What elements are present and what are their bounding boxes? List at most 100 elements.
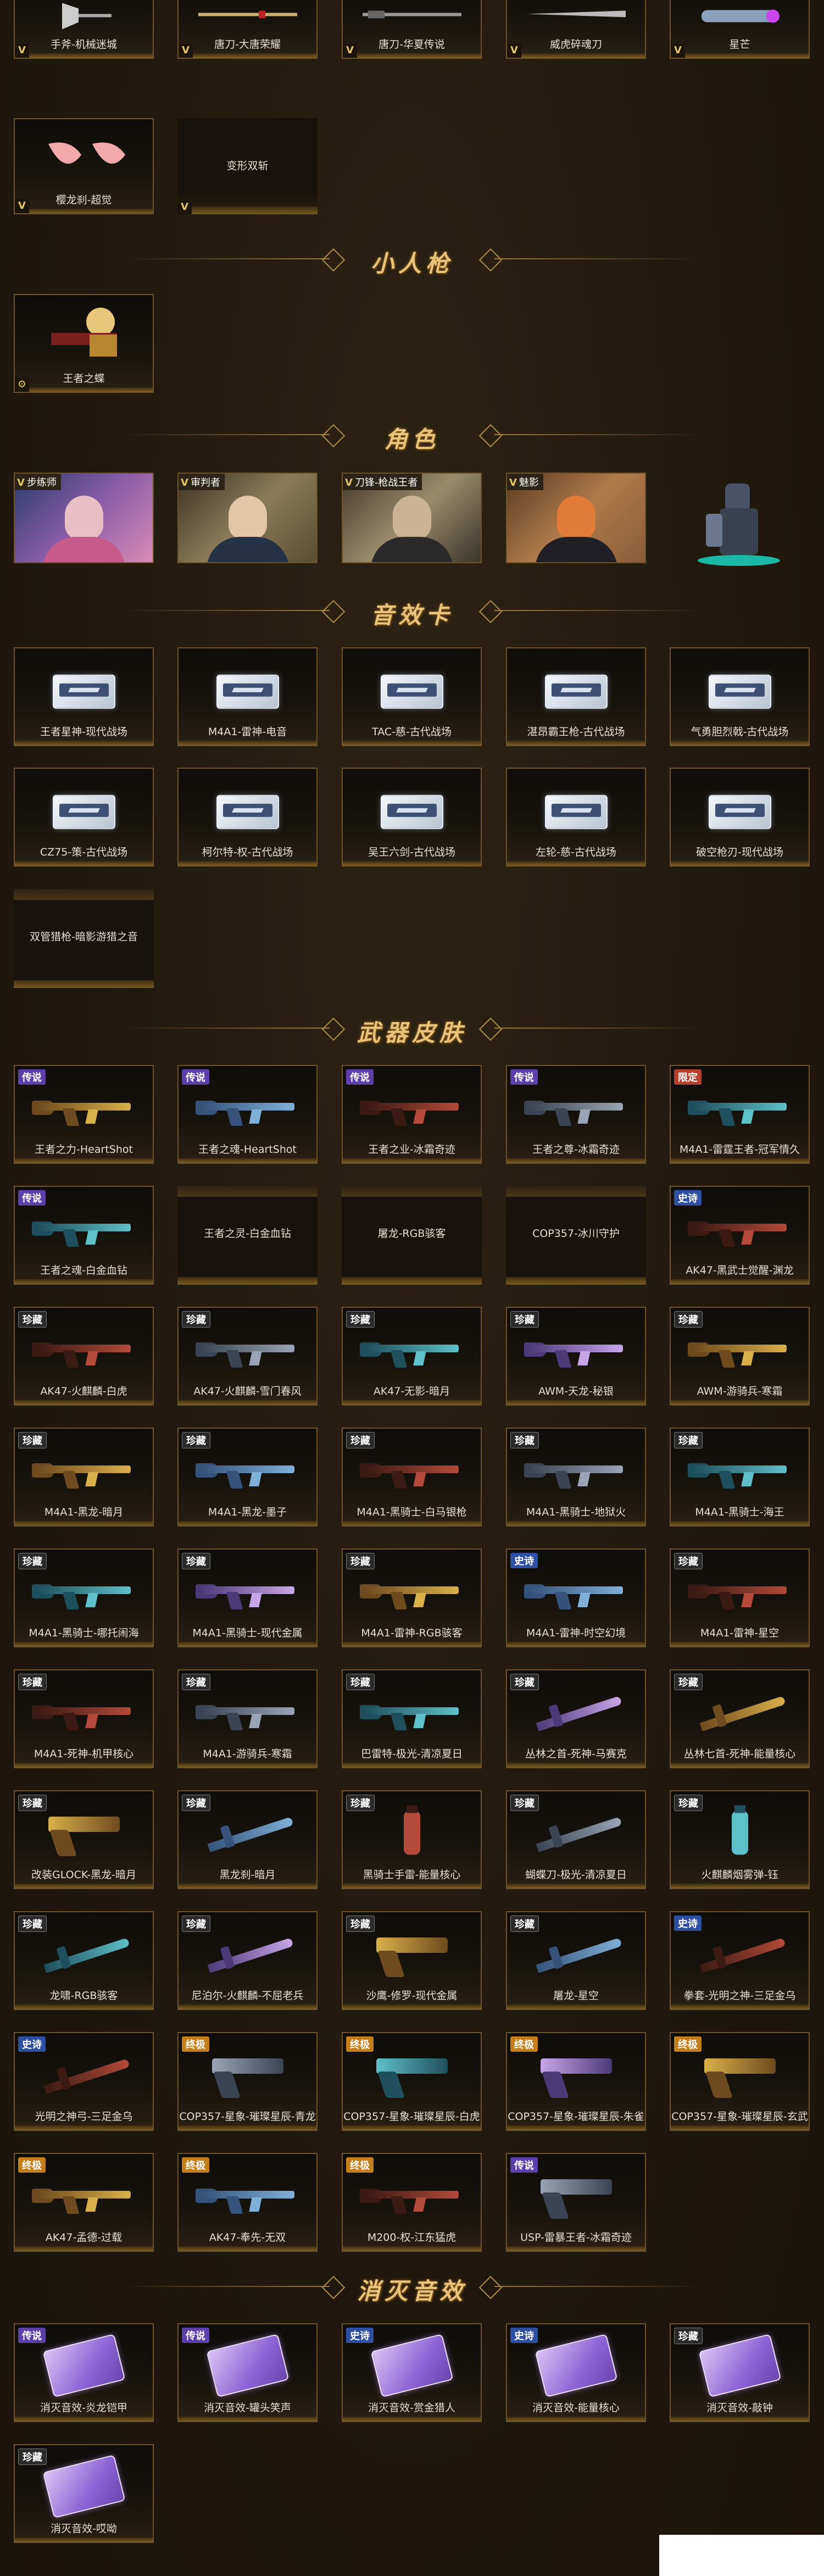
item-card[interactable]: 王者之灵-白金血钻 bbox=[177, 1186, 318, 1285]
role-card[interactable]: V 步练师 bbox=[14, 473, 154, 563]
rifle-icon bbox=[359, 1576, 464, 1609]
item-label: 湛昂霸王枪-古代战场 bbox=[527, 726, 625, 738]
sfx-card[interactable]: 破空枪刃-现代战场 bbox=[670, 768, 810, 867]
weapon-card[interactable]: 史诗 M4A1-雷神-时空幻境 bbox=[506, 1548, 646, 1647]
weapon-card[interactable]: 传说 王者之力-HeartShot bbox=[14, 1065, 154, 1164]
weapon-card[interactable]: 珍藏 AWM-天龙-秘银 bbox=[506, 1307, 646, 1406]
sfx-card[interactable]: 吴王六剑-古代战场 bbox=[342, 768, 482, 867]
weapon-card[interactable]: 终极 M200-权-江东猛虎 bbox=[342, 2153, 482, 2252]
weapon-card[interactable]: 终极 COP357-星象-璀璨星辰-白虎 bbox=[342, 2032, 482, 2131]
item-card[interactable]: V 樱龙刹-超觉 bbox=[14, 118, 154, 214]
sfx-card[interactable]: CZ75-策-古代战场 bbox=[14, 768, 154, 867]
weapon-card[interactable]: 珍藏 改装GLOCK-黑龙-暗月 bbox=[14, 1790, 154, 1889]
sfx-card[interactable]: 左轮-慈-古代战场 bbox=[506, 768, 646, 867]
item-label: M4A1-雷霆王者-冠军情久 bbox=[679, 1143, 800, 1156]
item-label: 光明之神弓-三足金乌 bbox=[35, 2111, 133, 2123]
role-card[interactable]: V 魅影 bbox=[506, 473, 646, 563]
item-label: M4A1-黑龙-暗月 bbox=[44, 1506, 124, 1518]
weapon-card[interactable]: 珍藏 M4A1-黑骑士-哪托闹海 bbox=[14, 1548, 154, 1647]
divider bbox=[14, 980, 154, 988]
weapon-card[interactable]: 终极 COP357-星象-璀璨星辰-玄武 bbox=[670, 2032, 810, 2131]
weapon-card[interactable]: 传说 王者之魂-HeartShot bbox=[177, 1065, 318, 1164]
item-label: 吴王六剑-古代战场 bbox=[368, 846, 455, 858]
weapon-card[interactable]: 珍藏 黑龙刹-暗月 bbox=[177, 1790, 318, 1889]
weapon-card[interactable]: 珍藏 M4A1-死神-机甲核心 bbox=[14, 1669, 154, 1768]
item-card[interactable]: COP357-冰川守护 bbox=[506, 1186, 646, 1285]
weapon-card[interactable]: 传说 王者之尊-冰霜奇迹 bbox=[506, 1065, 646, 1164]
weapon-card[interactable]: 珍藏 蝴蝶刀-极光-清凉夏日 bbox=[506, 1790, 646, 1889]
item-label: COP357-星象-璀璨星辰-玄武 bbox=[671, 2111, 808, 2123]
weapon-card[interactable]: 珍藏 M4A1-黑龙-暗月 bbox=[14, 1428, 154, 1526]
weapon-card[interactable]: 珍藏 M4A1-游骑兵-寒霜 bbox=[177, 1669, 318, 1768]
kill-sound-card[interactable]: 传说 消灭音效-炎龙铠甲 bbox=[14, 2323, 154, 2422]
weapon-card[interactable]: 珍藏 丛林七首-死神-能量核心 bbox=[670, 1669, 810, 1768]
weapon-card[interactable]: 珍藏 M4A1-雷神-星空 bbox=[670, 1548, 810, 1647]
weapon-card[interactable]: 珍藏 M4A1-雷神-RGB骇客 bbox=[342, 1548, 482, 1647]
weapon-card[interactable]: 珍藏 巴雷特-极光-清凉夏日 bbox=[342, 1669, 482, 1768]
weapon-card[interactable]: 珍藏 M4A1-黑骑士-白马银枪 bbox=[342, 1428, 482, 1526]
weapon-card[interactable]: 珍藏 AK47-无影-暗月 bbox=[342, 1307, 482, 1406]
blank-panel bbox=[659, 2535, 824, 2576]
item-label: COP357-星象-璀璨星辰-白虎 bbox=[343, 2111, 480, 2123]
item-card[interactable]: 屠龙-RGB骇客 bbox=[342, 1186, 482, 1285]
weapon-card[interactable]: 终极 AK47-奉先-无双 bbox=[177, 2153, 318, 2252]
weapon-card[interactable]: 珍藏 沙鹰-修罗-现代金属 bbox=[342, 1911, 482, 2010]
weapon-card[interactable]: 史诗 光明之神弓-三足金乌 bbox=[14, 2032, 154, 2131]
kill-sound-card[interactable]: 史诗 消灭音效-赏金猎人 bbox=[342, 2323, 482, 2422]
v-badge: V bbox=[671, 43, 685, 58]
role-tag: V 魅影 bbox=[507, 474, 543, 490]
rifle-icon bbox=[31, 1576, 136, 1609]
weapon-card[interactable]: 珍藏 丛林之首-死神-马赛克 bbox=[506, 1669, 646, 1768]
sfx-card[interactable]: 王者星神-现代战场 bbox=[14, 647, 154, 746]
kill-sound-card[interactable]: 珍藏 消灭音效-敲钟 bbox=[670, 2323, 810, 2422]
item-card[interactable]: 变形双斩 V bbox=[177, 118, 318, 214]
pistol-icon bbox=[699, 2053, 781, 2098]
item-label: 王者之魂-白金血钻 bbox=[40, 1264, 127, 1276]
weapon-card[interactable]: 珍藏 M4A1-黑龙-墨子 bbox=[177, 1428, 318, 1526]
weapon-card[interactable]: 珍藏 龙啸-RGB骇客 bbox=[14, 1911, 154, 2010]
weapon-card[interactable]: 传说 王者之魂-白金血钻 bbox=[14, 1186, 154, 1285]
item-card[interactable]: ⚙ 王者之蝶 bbox=[14, 294, 154, 393]
weapon-card[interactable]: 珍藏 M4A1-黑骑士-地狱火 bbox=[506, 1428, 646, 1526]
rarity-badge: 珍藏 bbox=[510, 1311, 539, 1328]
weapon-card[interactable]: 史诗 AK47-黑武士觉醒-渊龙 bbox=[670, 1186, 810, 1285]
kill-sound-card[interactable]: 史诗 消灭音效-能量核心 bbox=[506, 2323, 646, 2422]
weapon-card[interactable]: 珍藏 尼泊尔-火麒麟-不屈老兵 bbox=[177, 1911, 318, 2010]
rarity-badge: 珍藏 bbox=[182, 1553, 210, 1569]
divider bbox=[494, 258, 703, 259]
weapon-card[interactable]: 珍藏 AK47-火麒麟-白虎 bbox=[14, 1307, 154, 1406]
weapon-card[interactable]: 珍藏 火麒麟烟雾弹-钰 bbox=[670, 1790, 810, 1889]
weapon-card[interactable]: 终极 AK47-孟德-过载 bbox=[14, 2153, 154, 2252]
sfx-card[interactable]: M4A1-雷神-电音 bbox=[177, 647, 318, 746]
rarity-badge: 传说 bbox=[346, 1069, 374, 1085]
weapon-card[interactable]: 珍藏 屠龙-星空 bbox=[506, 1911, 646, 2010]
sound-card-icon bbox=[535, 2334, 617, 2398]
kill-sound-card[interactable]: 传说 消灭音效-罐头笑声 bbox=[177, 2323, 318, 2422]
rarity-badge: 终极 bbox=[182, 2036, 209, 2052]
weapon-card[interactable]: 终极 COP357-星象-璀璨星辰-朱雀 bbox=[506, 2032, 646, 2131]
role-card[interactable]: V 刀锋-枪战王者 bbox=[342, 473, 482, 563]
weapon-card[interactable]: 珍藏 黑骑士手雷-能量核心 bbox=[342, 1790, 482, 1889]
pistol-icon bbox=[535, 2174, 617, 2219]
item-label: 消灭音效-赏金猎人 bbox=[368, 2402, 455, 2414]
sfx-card[interactable]: 柯尔特-权-古代战场 bbox=[177, 768, 318, 867]
rarity-badge: 珍藏 bbox=[510, 1795, 539, 1811]
rarity-badge: 珍藏 bbox=[182, 1795, 210, 1811]
weapon-card[interactable]: 珍藏 M4A1-黑骑士-现代金属 bbox=[177, 1548, 318, 1647]
sfx-card[interactable]: 双管猎枪-暗影游猎之音 bbox=[14, 889, 154, 988]
weapon-card[interactable]: 珍藏 AWM-游骑兵-寒霜 bbox=[670, 1307, 810, 1406]
sfx-card[interactable]: TAC-慈-古代战场 bbox=[342, 647, 482, 746]
sfx-card[interactable]: 湛昂霸王枪-古代战场 bbox=[506, 647, 646, 746]
section-title-role: 角色 bbox=[0, 418, 824, 453]
kill-sound-card[interactable]: 珍藏 消灭音效-哎呦 bbox=[14, 2444, 154, 2543]
weapon-card[interactable]: 限定 M4A1-雷霆王者-冠军情久 bbox=[670, 1065, 810, 1164]
sfx-card[interactable]: 气勇胆烈戟-古代战场 bbox=[670, 647, 810, 746]
weapon-card[interactable]: 传说 USP-雷暴王者-冰霜奇迹 bbox=[506, 2153, 646, 2252]
item-label: COP357-星象-璀璨星辰-青龙 bbox=[179, 2111, 316, 2123]
weapon-card[interactable]: 史诗 拳套-光明之神-三足金乌 bbox=[670, 1911, 810, 2010]
weapon-card[interactable]: 传说 王者之业-冰霜奇迹 bbox=[342, 1065, 482, 1164]
weapon-card[interactable]: 珍藏 AK47-火麒麟-雪门春风 bbox=[177, 1307, 318, 1406]
weapon-card[interactable]: 终极 COP357-星象-璀璨星辰-青龙 bbox=[177, 2032, 318, 2131]
role-card[interactable]: V 审判者 bbox=[177, 473, 318, 563]
weapon-card[interactable]: 珍藏 M4A1-黑骑士-海王 bbox=[670, 1428, 810, 1526]
